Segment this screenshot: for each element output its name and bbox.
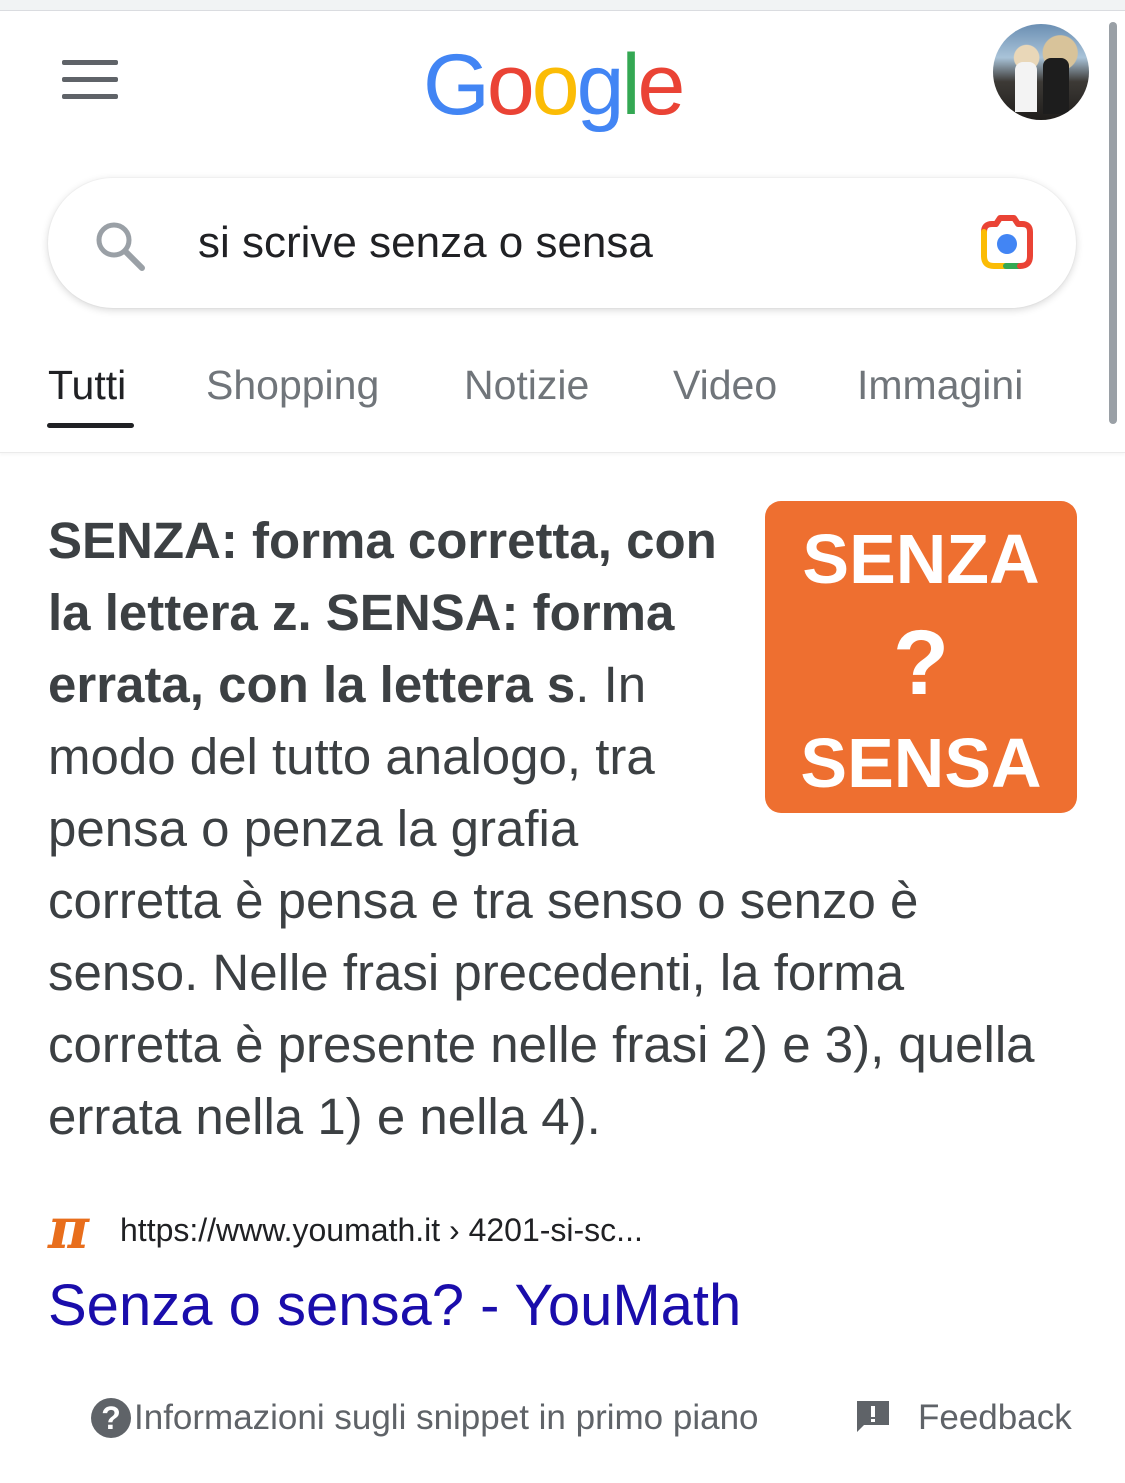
search-tabs: Tutti Shopping Notizie Video Immagini: [0, 340, 1125, 453]
snippet-footer: ? Informazioni sugli snippet in primo pi…: [0, 1390, 1125, 1450]
about-featured-snippets-link[interactable]: Informazioni sugli snippet in primo pian…: [134, 1398, 759, 1438]
account-avatar[interactable]: [993, 24, 1089, 120]
tab-video[interactable]: Video: [673, 360, 777, 410]
search-bar[interactable]: [48, 178, 1076, 308]
google-lens-camera-icon[interactable]: [976, 214, 1038, 272]
avatar-photo-figure: [1015, 62, 1037, 112]
feedback-button[interactable]: Feedback: [918, 1398, 1072, 1438]
search-input[interactable]: [198, 208, 958, 278]
active-tab-indicator: [47, 423, 134, 428]
avatar-photo-figure: [1043, 58, 1069, 114]
feedback-icon[interactable]: [854, 1398, 892, 1434]
pi-icon: π: [48, 1196, 89, 1262]
hamburger-menu-icon[interactable]: [62, 60, 118, 100]
tab-notizie[interactable]: Notizie: [464, 360, 589, 410]
header: Google: [0, 10, 1125, 150]
help-circle-icon[interactable]: ?: [91, 1398, 131, 1438]
search-icon[interactable]: [90, 216, 150, 276]
tab-immagini[interactable]: Immagini: [857, 360, 1023, 410]
result-source[interactable]: π https://www.youmath.it › 4201-si-sc...: [48, 1200, 1078, 1260]
source-url[interactable]: https://www.youmath.it › 4201-si-sc...: [120, 1210, 643, 1250]
tab-tutti[interactable]: Tutti: [48, 360, 126, 410]
logo-letter: G: [423, 37, 490, 133]
logo-letter: g: [576, 37, 625, 133]
tab-shopping[interactable]: Shopping: [206, 360, 379, 410]
result-title-link[interactable]: Senza o sensa? - YouMath: [48, 1268, 741, 1344]
logo-letter: e: [637, 37, 686, 133]
logo-letter: l: [621, 37, 640, 133]
featured-snippet-text: SENZA: forma corretta, con la lettera z.…: [48, 505, 1038, 1153]
logo-letter: o: [531, 37, 580, 133]
logo-letter: o: [486, 37, 535, 133]
google-logo[interactable]: Google: [423, 30, 686, 140]
